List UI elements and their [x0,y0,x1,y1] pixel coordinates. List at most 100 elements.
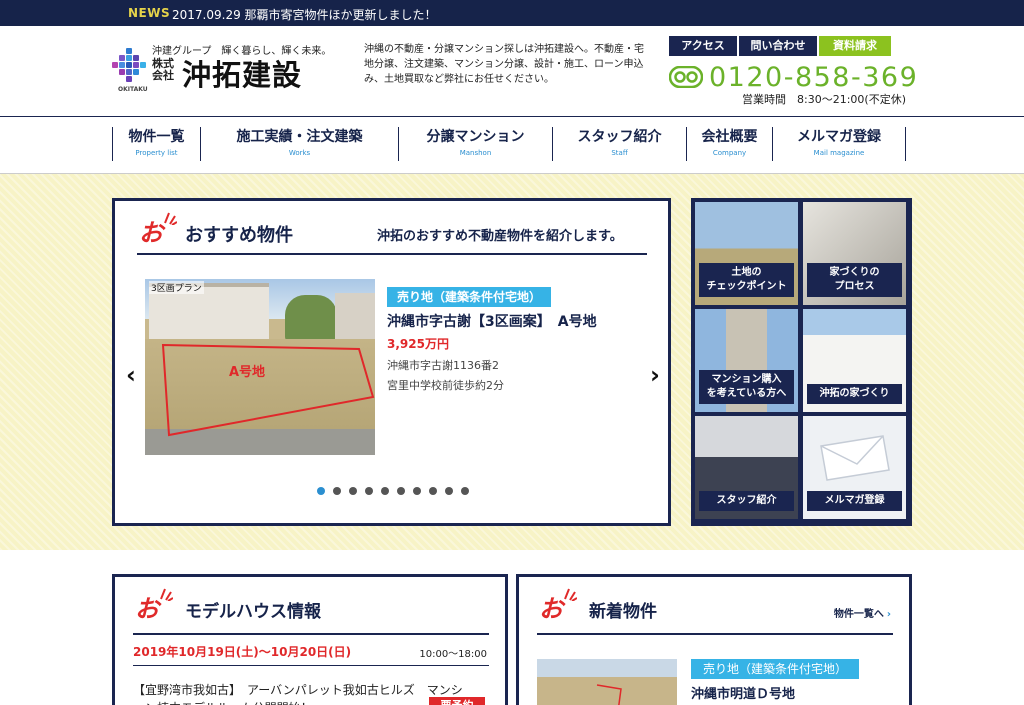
slider-next-button[interactable]: › [647,363,663,387]
event-date: 2019年10月19日(土)～10月20日(日) [133,645,352,659]
main-nav: 物件一覧 Property list 施工実績・注文建築 Works 分譲マンシ… [0,116,1024,174]
nav-label: スタッフ紹介 [577,129,662,145]
section-divider [133,633,489,635]
slider-dot[interactable] [445,487,453,495]
slider-dot[interactable] [381,487,389,495]
slide-name[interactable]: 沖縄市字古謝【3区画案】 A号地 [387,311,597,331]
tile-mail-magazine[interactable]: メルマガ登録 [803,416,906,519]
contact-button[interactable]: 問い合わせ [739,36,817,56]
event-text[interactable]: 【宜野湾市我如古】 アーバンパレット我如古ヒルズ マンション棟内モデルルーム公開… [133,681,469,705]
news-text[interactable]: 2017.09.29 那覇市寄宮物件ほか更新しました！ [172,6,437,23]
slide-price: 3,925万円 [387,337,449,351]
tile-staff[interactable]: スタッフ紹介 [695,416,798,519]
ottsu-mark-icon: お [537,587,577,623]
model-house-section: お モデルハウス情報 2019年10月19日(土)～10月20日(日) 10:0… [112,574,508,705]
tile-label-line: を考えている方へ [706,388,787,399]
slider-prev-button[interactable]: ‹ [123,363,139,387]
reservation-badge: 要予約 [429,697,485,705]
tile-label: メルマガ登録 [807,491,902,511]
nav-sublabel: Manshon [459,149,492,157]
more-link-label: 物件一覧へ [833,609,884,620]
nav-sublabel: Mail magazine [813,149,865,157]
slider-dot[interactable] [413,487,421,495]
logo-name: 沖拓建設 [182,58,303,92]
envelope-icon [820,435,890,481]
tile-land-checkpoints[interactable]: 土地のチェックポイント [695,202,798,305]
slide-school: 宮里中学校前徒歩約2分 [387,379,504,392]
news-tag: NEWS [128,6,171,20]
access-button[interactable]: アクセス [669,36,737,56]
featured-divider [137,253,647,255]
nav-label: 会社概要 [701,129,758,145]
listing-badge: 売り地（建築条件付宅地） [691,659,860,679]
slider-dot[interactable] [333,487,341,495]
nav-mail-magazine[interactable]: メルマガ登録 Mail magazine [772,127,906,161]
nav-label: 施工実績・注文建築 [236,129,363,145]
nav-sublabel: Staff [611,149,628,157]
tile-label-line: 家づくりの [829,267,880,278]
featured-title: おすすめ物件 [185,225,293,246]
slider-dot[interactable] [365,487,373,495]
tile-label: スタッフ紹介 [699,491,794,511]
tile-label: 土地のチェックポイント [699,263,794,297]
featured-lead: 沖拓のおすすめ不動産物件を紹介します。 [377,229,623,244]
site-header: OKITAKU 沖建グループ 輝く暮らし、輝く未来。 株式会社 沖拓建設 沖縄の… [0,26,1024,116]
property-list-link[interactable]: 物件一覧へ › [834,605,891,620]
quick-link-tiles: 土地のチェックポイント 家づくりのプロセス マンション購入 を考えている方へ 沖拓… [691,198,912,526]
nav-property-list[interactable]: 物件一覧 Property list [112,127,200,161]
logo-sub: OKITAKU [118,86,148,93]
event-time: 10:00～18:00 [419,649,487,660]
listing-photo[interactable] [537,659,677,705]
nav-company[interactable]: 会社概要 Company [686,127,772,161]
slider-dot[interactable] [461,487,469,495]
request-docs-button[interactable]: 資料請求 [819,36,891,56]
photo-lot-label: A号地 [229,365,266,380]
slider-dot[interactable] [349,487,357,495]
nav-sublabel: Company [712,149,747,157]
lot-outline [596,684,622,705]
section-divider [537,633,893,635]
slide-badge: 売り地（建築条件付宅地） [387,287,552,307]
new-listings-title: 新着物件 [589,602,657,622]
logo-mark-icon [112,48,146,82]
tile-label: 家づくりの プロセス [807,263,902,297]
featured-panel: お おすすめ物件 沖拓のおすすめ不動産物件を紹介します。 ‹ › 3区画プラン … [112,198,671,526]
phone-number: 0120-858-369 [709,62,919,93]
logo-kaisha: 株式会社 [152,57,174,82]
photo-caption: 3区画プラン [149,281,204,294]
listing-name[interactable]: 沖縄市明道Ｄ号地 [691,683,795,702]
slider-dot[interactable] [429,487,437,495]
header-intro: 沖縄の不動産・分譲マンション探しは沖拓建設へ。不動産・宅地分譲、注文建築、マンシ… [364,44,644,85]
model-house-title: モデルハウス情報 [185,602,321,622]
tile-okitaku-homes[interactable]: 沖拓の家づくり [803,309,906,412]
slide-photo[interactable]: 3区画プラン A号地 [145,279,375,455]
new-listings-section: お 新着物件 物件一覧へ › 売り地（建築条件付宅地） 沖縄市明道Ｄ号地 [516,574,912,705]
site-logo[interactable]: OKITAKU 沖建グループ 輝く暮らし、輝く未来。 株式会社 沖拓建設 [112,42,331,100]
nav-works[interactable]: 施工実績・注文建築 Works [200,127,398,161]
business-hours: 営業時間 8:30～21:00(不定休) [742,93,906,106]
tile-label-line: マンション購入 [711,374,782,385]
chevron-right-icon: › [886,609,891,620]
nav-sublabel: Works [288,149,311,157]
tile-label: 沖拓の家づくり [807,384,902,404]
nav-label: 物件一覧 [128,129,185,145]
tile-label-line: 土地の [731,267,762,278]
ottsu-mark-icon: お [133,587,173,623]
freedial-icon [669,66,703,88]
tile-label-line: プロセス [834,281,875,292]
tile-mansion-buyers[interactable]: マンション購入 を考えている方へ [695,309,798,412]
news-bar: NEWS 2017.09.29 那覇市寄宮物件ほか更新しました！ [0,0,1024,26]
nav-sublabel: Property list [135,149,178,157]
event-divider [133,665,489,666]
nav-label: メルマガ登録 [797,129,881,145]
tile-label: マンション購入 を考えている方へ [699,370,794,404]
nav-label: 分譲マンション [426,129,525,145]
ottsu-mark-icon: お [137,211,177,247]
slide-address: 沖縄市字古謝1136番2 [387,359,499,372]
nav-staff[interactable]: スタッフ紹介 Staff [552,127,686,161]
nav-manshon[interactable]: 分譲マンション Manshon [398,127,552,161]
slider-dot[interactable] [397,487,405,495]
tile-house-process[interactable]: 家づくりの プロセス [803,202,906,305]
tile-label-line: チェックポイント [706,281,787,292]
slider-dot[interactable] [317,487,325,495]
